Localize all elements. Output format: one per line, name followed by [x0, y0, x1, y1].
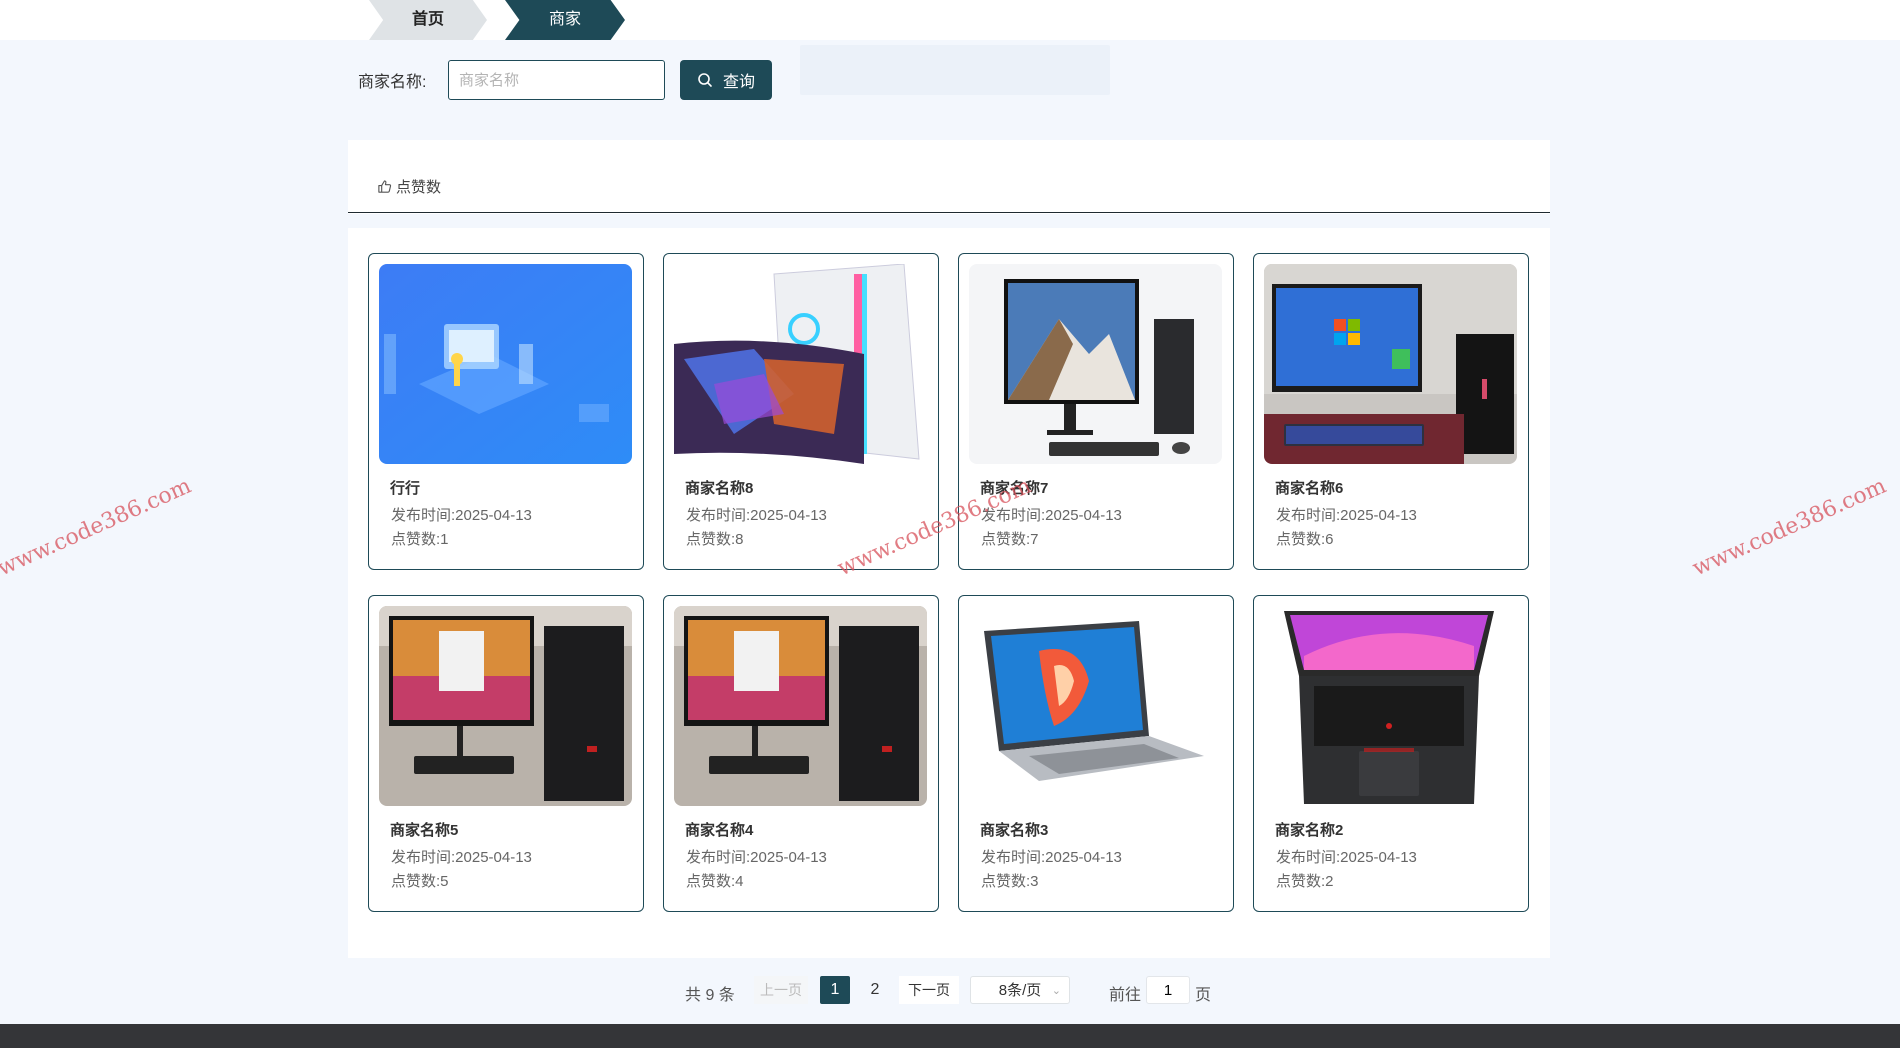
sort-bar: 点赞数 [348, 140, 1550, 213]
merchant-name: 行行 [390, 480, 421, 497]
thumbs-up-icon [378, 180, 392, 193]
search-label: 商家名称: [358, 74, 427, 91]
watermark: www.code386.com [1688, 473, 1891, 582]
merchant-card[interactable]: 行行 发布时间:2025-04-13 点赞数:1 [368, 253, 644, 570]
sort-by-likes[interactable]: 点赞数 [377, 176, 441, 197]
like-count: 点赞数:4 [686, 873, 744, 890]
page-size-value: 8条/页 [998, 982, 1042, 999]
merchant-image [674, 606, 927, 806]
merchant-name: 商家名称3 [980, 822, 1049, 839]
merchant-card[interactable]: 商家名称7 发布时间:2025-04-13 点赞数:7 [958, 253, 1234, 570]
merchant-card[interactable]: 商家名称2 发布时间:2025-04-13 点赞数:2 [1253, 595, 1529, 912]
merchant-name: 商家名称5 [390, 822, 459, 839]
like-count: 点赞数:1 [391, 531, 449, 548]
merchant-name: 商家名称6 [1275, 480, 1344, 497]
like-count: 点赞数:7 [981, 531, 1039, 548]
page-1-button[interactable]: 1 [820, 976, 850, 1004]
search-icon [698, 73, 712, 87]
merchant-image [379, 606, 632, 806]
merchant-card[interactable]: 商家名称8 发布时间:2025-04-13 点赞数:8 [663, 253, 939, 570]
breadcrumb-current[interactable]: 商家 [505, 0, 625, 40]
merchant-card[interactable]: 商家名称3 发布时间:2025-04-13 点赞数:3 [958, 595, 1234, 912]
top-nav-bar: 首页 商家 [0, 0, 1900, 40]
goto-unit-label: 页 [1195, 987, 1212, 1004]
goto-label: 前往 [1109, 987, 1142, 1004]
pagination-total: 共 9 条 [685, 987, 735, 1004]
like-count: 点赞数:5 [391, 873, 449, 890]
publish-time: 发布时间:2025-04-13 [981, 849, 1122, 866]
publish-time: 发布时间:2025-04-13 [391, 507, 532, 524]
faded-banner [800, 45, 1110, 95]
merchant-image [379, 264, 632, 464]
divider-strip [348, 214, 1550, 228]
sort-label: 点赞数 [396, 179, 442, 196]
merchant-image [1264, 264, 1517, 464]
publish-time: 发布时间:2025-04-13 [1276, 507, 1417, 524]
publish-time: 发布时间:2025-04-13 [686, 507, 827, 524]
page-2-button[interactable]: 2 [860, 976, 890, 1004]
goto-page-input[interactable] [1146, 976, 1190, 1004]
footer-bar [0, 1024, 1900, 1048]
merchant-name: 商家名称8 [685, 480, 754, 497]
search-input[interactable] [448, 60, 665, 100]
merchant-card[interactable]: 商家名称5 发布时间:2025-04-13 点赞数:5 [368, 595, 644, 912]
page-size-select[interactable]: 8条/页 ⌄ [970, 976, 1070, 1004]
next-page-button[interactable]: 下一页 [899, 976, 959, 1004]
watermark: www.code386.com [0, 473, 196, 582]
merchant-image [969, 606, 1222, 806]
merchant-image [969, 264, 1222, 464]
merchant-image [1264, 606, 1517, 806]
pagination: 共 9 条 上一页 1 2 下一页 8条/页 ⌄ 前往 页 [0, 976, 1900, 1006]
chevron-down-icon: ⌄ [1051, 985, 1061, 997]
like-count: 点赞数:3 [981, 873, 1039, 890]
breadcrumb-home[interactable]: 首页 [369, 0, 487, 40]
search-button[interactable]: 查询 [680, 60, 772, 100]
publish-time: 发布时间:2025-04-13 [391, 849, 532, 866]
merchant-image [674, 264, 927, 464]
like-count: 点赞数:6 [1276, 531, 1334, 548]
like-count: 点赞数:8 [686, 531, 744, 548]
merchant-list-panel: 点赞数 行行 发布时间:2025-04-13 点赞数:1 商家名称8 发布时间:… [348, 140, 1550, 958]
prev-page-button[interactable]: 上一页 [754, 976, 808, 1004]
search-button-label: 查询 [722, 74, 755, 91]
merchant-card[interactable]: 商家名称6 发布时间:2025-04-13 点赞数:6 [1253, 253, 1529, 570]
merchant-name: 商家名称2 [1275, 822, 1344, 839]
merchant-name: 商家名称4 [685, 822, 754, 839]
merchant-card[interactable]: 商家名称4 发布时间:2025-04-13 点赞数:4 [663, 595, 939, 912]
like-count: 点赞数:2 [1276, 873, 1334, 890]
publish-time: 发布时间:2025-04-13 [686, 849, 827, 866]
publish-time: 发布时间:2025-04-13 [1276, 849, 1417, 866]
